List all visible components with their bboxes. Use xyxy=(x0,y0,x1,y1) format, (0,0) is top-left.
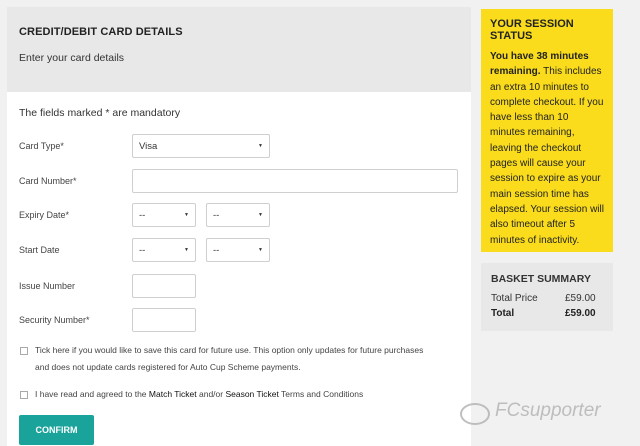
terms-checkbox[interactable] xyxy=(20,391,28,399)
caret-down-icon: ▼ xyxy=(184,247,189,253)
basket-summary-panel: BASKET SUMMARY Total Price £59.00 Total … xyxy=(481,263,613,331)
card-details-title: CREDIT/DEBIT CARD DETAILS xyxy=(19,26,183,38)
confirm-button[interactable]: CONFIRM xyxy=(19,415,94,445)
card-type-value: Visa xyxy=(139,141,158,152)
caret-down-icon: ▼ xyxy=(258,247,263,253)
card-number-input[interactable] xyxy=(132,169,458,193)
save-card-text-line2: and does not update cards registered for… xyxy=(35,362,301,372)
total-price-label: Total Price xyxy=(491,293,538,304)
mandatory-note: The fields marked * are mandatory xyxy=(19,107,181,119)
basket-summary-title: BASKET SUMMARY xyxy=(491,273,591,285)
card-details-subtitle: Enter your card details xyxy=(19,52,125,64)
expiry-month-value: -- xyxy=(139,210,146,221)
session-status-text: You have 38 minutes remaining. This incl… xyxy=(490,49,604,248)
terms-text: I have read and agreed to the Match Tick… xyxy=(35,386,363,403)
caret-down-icon: ▼ xyxy=(258,212,263,218)
start-month-value: -- xyxy=(139,245,146,256)
total-value: £59.00 xyxy=(565,308,596,319)
session-status-panel: YOUR SESSION STATUS You have 38 minutes … xyxy=(481,9,613,252)
total-label: Total xyxy=(491,308,515,319)
card-number-label: Card Number* xyxy=(19,176,77,186)
security-number-label: Security Number* xyxy=(19,315,90,325)
save-card-text-line1: Tick here if you would like to save this… xyxy=(35,345,424,355)
security-number-input[interactable] xyxy=(132,308,196,332)
issue-number-input[interactable] xyxy=(132,274,196,298)
expiry-month-select[interactable]: -- ▼ xyxy=(132,203,196,227)
card-details-panel: CREDIT/DEBIT CARD DETAILS Enter your car… xyxy=(7,7,471,446)
wechat-icon xyxy=(460,403,490,425)
start-year-value: -- xyxy=(213,245,220,256)
caret-down-icon: ▼ xyxy=(258,143,263,149)
terms-mid: and/or xyxy=(196,389,226,399)
match-ticket-link[interactable]: Match Ticket xyxy=(149,389,197,399)
start-month-select[interactable]: -- ▼ xyxy=(132,238,196,262)
start-year-select[interactable]: -- ▼ xyxy=(206,238,270,262)
session-status-title: YOUR SESSION STATUS xyxy=(490,18,574,42)
terms-prefix: I have read and agreed to the xyxy=(35,389,149,399)
card-type-select[interactable]: Visa ▼ xyxy=(132,134,270,158)
expiry-year-value: -- xyxy=(213,210,220,221)
season-ticket-link[interactable]: Season Ticket xyxy=(225,389,278,399)
issue-number-label: Issue Number xyxy=(19,281,76,291)
save-card-checkbox[interactable] xyxy=(20,347,28,355)
save-card-text: Tick here if you would like to save this… xyxy=(35,342,423,376)
total-price-value: £59.00 xyxy=(565,293,596,304)
caret-down-icon: ▼ xyxy=(184,212,189,218)
expiry-year-select[interactable]: -- ▼ xyxy=(206,203,270,227)
start-date-label: Start Date xyxy=(19,245,60,255)
expiry-date-label: Expiry Date* xyxy=(19,210,70,220)
watermark-text: FCsupporter xyxy=(495,400,601,421)
card-type-label: Card Type* xyxy=(19,141,64,151)
session-status-body: This includes an extra 10 minutes to com… xyxy=(490,66,604,246)
card-details-header: CREDIT/DEBIT CARD DETAILS Enter your car… xyxy=(7,7,471,92)
terms-suffix: Terms and Conditions xyxy=(278,389,364,399)
